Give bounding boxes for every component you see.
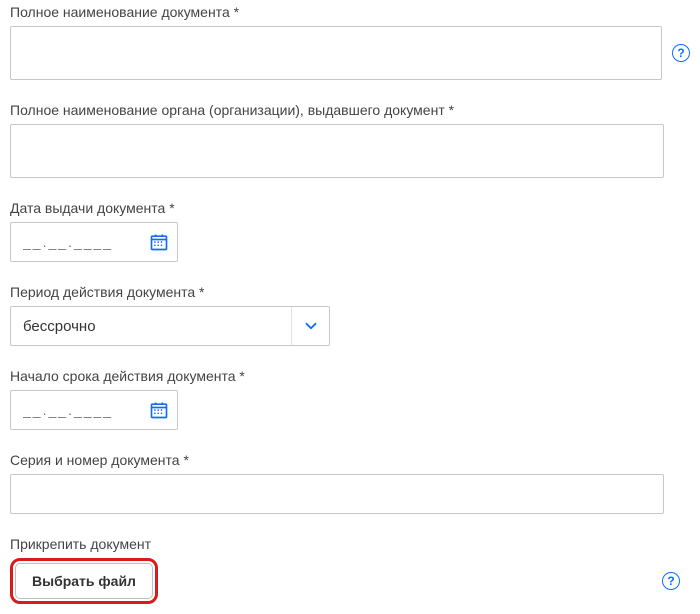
help-icon[interactable]: ? bbox=[662, 572, 680, 590]
validity-value: бессрочно bbox=[11, 318, 291, 335]
calendar-icon[interactable] bbox=[149, 391, 169, 429]
issue-date-input[interactable] bbox=[21, 223, 131, 261]
start-date-label: Начало срока действия документа * bbox=[10, 368, 690, 384]
issuer-input[interactable] bbox=[10, 124, 664, 178]
validity-select[interactable]: бессрочно bbox=[10, 306, 330, 346]
start-date-input[interactable] bbox=[21, 391, 131, 429]
serial-label: Серия и номер документа * bbox=[10, 452, 690, 468]
start-date-field[interactable] bbox=[10, 390, 178, 430]
serial-input[interactable] bbox=[10, 474, 664, 514]
issue-date-field[interactable] bbox=[10, 222, 178, 262]
file-button-highlight: Выбрать файл bbox=[10, 558, 158, 604]
chevron-down-icon bbox=[291, 307, 329, 345]
attach-label: Прикрепить документ bbox=[10, 536, 690, 552]
choose-file-button[interactable]: Выбрать файл bbox=[15, 563, 153, 599]
help-icon[interactable]: ? bbox=[672, 44, 690, 62]
doc-name-label: Полное наименование документа * bbox=[10, 4, 690, 20]
issuer-label: Полное наименование органа (организации)… bbox=[10, 102, 690, 118]
calendar-icon[interactable] bbox=[149, 223, 169, 261]
doc-name-input[interactable] bbox=[10, 26, 662, 80]
issue-date-label: Дата выдачи документа * bbox=[10, 200, 690, 216]
validity-label: Период действия документа * bbox=[10, 284, 690, 300]
